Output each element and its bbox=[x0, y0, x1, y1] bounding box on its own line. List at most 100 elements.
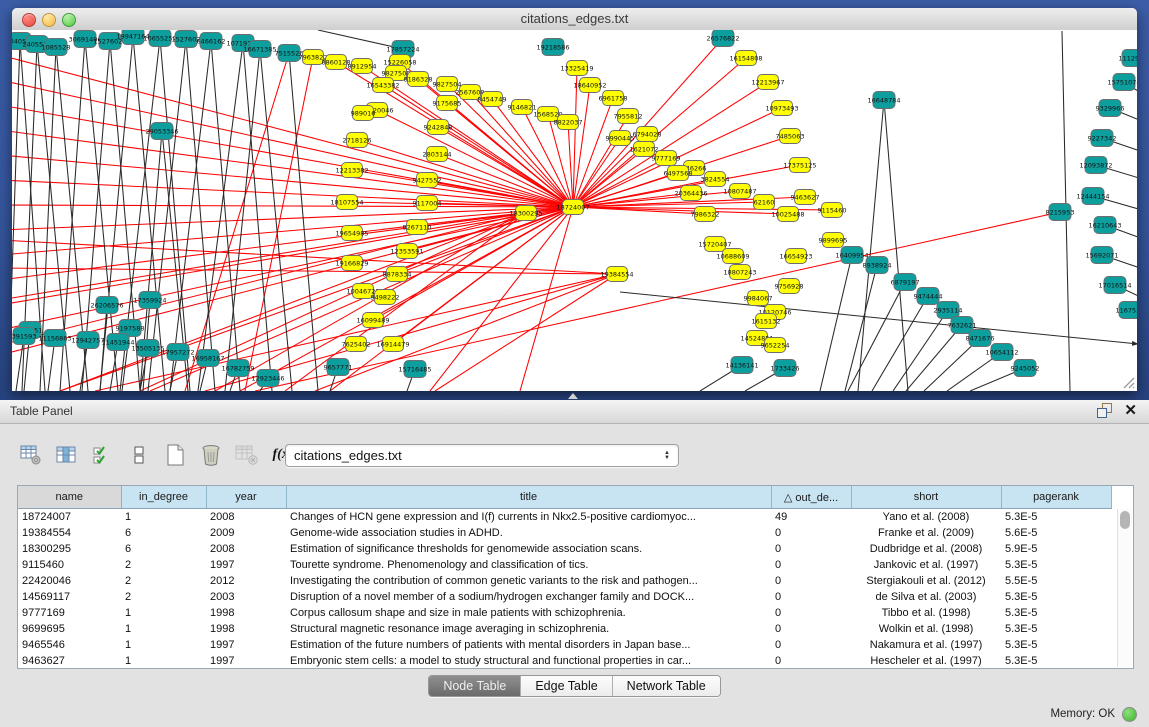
table-cell[interactable]: Genome-wide association studies in ADHD. bbox=[286, 525, 771, 541]
table-cell[interactable]: Stergiakouli et al. (2012) bbox=[851, 573, 1001, 589]
graph-node[interactable]: 9756928 bbox=[775, 279, 804, 294]
graph-node[interactable]: 7955812 bbox=[614, 109, 643, 124]
graph-node[interactable]: 9657771 bbox=[324, 359, 353, 376]
table-cell[interactable]: 5.3E-5 bbox=[1001, 605, 1111, 621]
graph-node[interactable]: 9498222 bbox=[371, 290, 400, 305]
table-cell[interactable]: Dudbridge et al. (2008) bbox=[851, 541, 1001, 557]
table-cell[interactable]: 1998 bbox=[206, 605, 286, 621]
delete-table-icon[interactable] bbox=[234, 442, 260, 468]
table-cell[interactable]: 0 bbox=[771, 653, 851, 669]
select-columns-icon[interactable] bbox=[90, 442, 116, 468]
window-titlebar[interactable]: citations_edges.txt bbox=[12, 8, 1137, 31]
table-cell[interactable]: 1997 bbox=[206, 557, 286, 573]
tab-network-table[interactable]: Network Table bbox=[613, 676, 720, 696]
table-cell[interactable]: Estimation of significance thresholds fo… bbox=[286, 541, 771, 557]
table-mode-icon[interactable] bbox=[18, 442, 44, 468]
graph-node[interactable]: 6961758 bbox=[599, 91, 628, 106]
table-cell[interactable]: 18300295 bbox=[18, 541, 121, 557]
table-cell[interactable]: 5.3E-5 bbox=[1001, 637, 1111, 653]
panel-splitter-handle[interactable] bbox=[568, 393, 578, 399]
graph-node[interactable]: 8878334 bbox=[383, 267, 412, 282]
graph-node[interactable]: 9115460 bbox=[818, 203, 847, 218]
graph-node[interactable]: 2803144 bbox=[423, 147, 452, 162]
table-cell[interactable]: 5.5E-5 bbox=[1001, 573, 1111, 589]
graph-node[interactable]: 1615132 bbox=[752, 314, 781, 329]
graph-node[interactable]: 3824554 bbox=[701, 172, 730, 187]
graph-node[interactable]: 7986322 bbox=[691, 207, 720, 222]
table-cell[interactable]: 0 bbox=[771, 589, 851, 605]
graph-node[interactable]: 62160 bbox=[754, 195, 775, 210]
table-cell[interactable]: 2012 bbox=[206, 573, 286, 589]
table-cell[interactable]: 9465546 bbox=[18, 637, 121, 653]
graph-node[interactable]: 9652254 bbox=[761, 338, 790, 353]
graph-node[interactable]: 9474444 bbox=[914, 288, 943, 305]
table-cell[interactable]: 1 bbox=[121, 509, 206, 526]
table-cell[interactable]: Hescheler et al. (1997) bbox=[851, 653, 1001, 669]
table-selector-dropdown[interactable]: citations_edges.txt ▲▼ bbox=[285, 444, 679, 467]
graph-node[interactable]: 9777169 bbox=[652, 151, 681, 166]
table-cell[interactable]: 19384554 bbox=[18, 525, 121, 541]
table-row[interactable]: 946554611997Estimation of the future num… bbox=[18, 637, 1111, 653]
column-header-out_de[interactable]: △ out_de... bbox=[771, 486, 851, 509]
graph-node[interactable]: 9146821 bbox=[508, 100, 537, 115]
table-cell[interactable]: 1997 bbox=[206, 637, 286, 653]
table-cell[interactable]: Structural magnetic resonance image aver… bbox=[286, 621, 771, 637]
table-cell[interactable]: Investigating the contribution of common… bbox=[286, 573, 771, 589]
table-cell[interactable]: Changes of HCN gene expression and I(f) … bbox=[286, 509, 771, 526]
graph-node[interactable]: 2718126 bbox=[343, 133, 372, 148]
table-cell[interactable]: 18724007 bbox=[18, 509, 121, 526]
table-cell[interactable]: 2009 bbox=[206, 525, 286, 541]
graph-node[interactable]: 1085528 bbox=[42, 39, 71, 56]
graph-node[interactable]: 9227342 bbox=[1088, 130, 1117, 147]
table-cell[interactable]: Yano et al. (2008) bbox=[851, 509, 1001, 526]
graph-node[interactable]: 8860128 bbox=[322, 55, 351, 70]
graph-node[interactable]: 9175685 bbox=[433, 96, 462, 111]
table-cell[interactable]: 1 bbox=[121, 621, 206, 637]
table-cell[interactable]: 5.9E-5 bbox=[1001, 541, 1111, 557]
table-cell[interactable]: 2 bbox=[121, 573, 206, 589]
table-cell[interactable]: 22420046 bbox=[18, 573, 121, 589]
graph-node[interactable]: 9245052 bbox=[1011, 360, 1040, 377]
graph-node[interactable]: 9990445 bbox=[606, 131, 635, 146]
delete-column-icon[interactable] bbox=[198, 442, 224, 468]
table-cell[interactable]: 2008 bbox=[206, 509, 286, 526]
graph-node[interactable]: 8938924 bbox=[863, 257, 892, 274]
table-cell[interactable]: 2 bbox=[121, 557, 206, 573]
column-header-year[interactable]: year bbox=[206, 486, 286, 509]
column-header-in_degree[interactable]: in_degree bbox=[121, 486, 206, 509]
graph-node[interactable]: 9899695 bbox=[819, 233, 848, 248]
table-cell[interactable]: 49 bbox=[771, 509, 851, 526]
table-cell[interactable]: 9777169 bbox=[18, 605, 121, 621]
resize-grip-icon[interactable] bbox=[1121, 375, 1135, 389]
table-cell[interactable]: Jankovic et al. (1997) bbox=[851, 557, 1001, 573]
table-row[interactable]: 1938455462009Genome-wide association stu… bbox=[18, 525, 1111, 541]
table-cell[interactable]: de Silva et al. (2003) bbox=[851, 589, 1001, 605]
table-cell[interactable]: 0 bbox=[771, 621, 851, 637]
graph-node[interactable]: 8912954 bbox=[348, 59, 377, 74]
graph-node[interactable]: 9117004 bbox=[413, 196, 442, 211]
tab-node-table[interactable]: Node Table bbox=[429, 676, 521, 696]
graph-node[interactable]: 989016 bbox=[351, 106, 376, 121]
table-cell[interactable]: 5.3E-5 bbox=[1001, 621, 1111, 637]
graph-node[interactable]: 8471676 bbox=[966, 330, 995, 347]
graph-node[interactable]: 9427552 bbox=[413, 173, 442, 188]
table-cell[interactable]: 1998 bbox=[206, 621, 286, 637]
graph-node[interactable]: 6497568 bbox=[664, 166, 693, 181]
float-window-icon[interactable] bbox=[1097, 403, 1112, 418]
table-cell[interactable]: 5.6E-5 bbox=[1001, 525, 1111, 541]
table-cell[interactable]: 9463627 bbox=[18, 653, 121, 669]
close-icon[interactable]: ✕ bbox=[1124, 403, 1137, 418]
network-canvas-area[interactable]: 2040557240557110855283069140615276021199… bbox=[12, 30, 1137, 391]
table-cell[interactable]: Wolkin et al. (1998) bbox=[851, 621, 1001, 637]
table-cell[interactable]: 0 bbox=[771, 525, 851, 541]
graph-node[interactable]: 9463627 bbox=[791, 190, 820, 205]
table-row[interactable]: 1830029562008Estimation of significance … bbox=[18, 541, 1111, 557]
table-cell[interactable]: 5.3E-5 bbox=[1001, 557, 1111, 573]
show-columns-icon[interactable] bbox=[54, 442, 80, 468]
vertical-scrollbar[interactable] bbox=[1117, 509, 1132, 667]
table-cell[interactable]: 2008 bbox=[206, 541, 286, 557]
table-cell[interactable]: 5.3E-5 bbox=[1001, 653, 1111, 669]
table-cell[interactable]: 0 bbox=[771, 573, 851, 589]
table-cell[interactable]: Tibbo et al. (1998) bbox=[851, 605, 1001, 621]
table-cell[interactable]: Embryonic stem cells: a model to study s… bbox=[286, 653, 771, 669]
